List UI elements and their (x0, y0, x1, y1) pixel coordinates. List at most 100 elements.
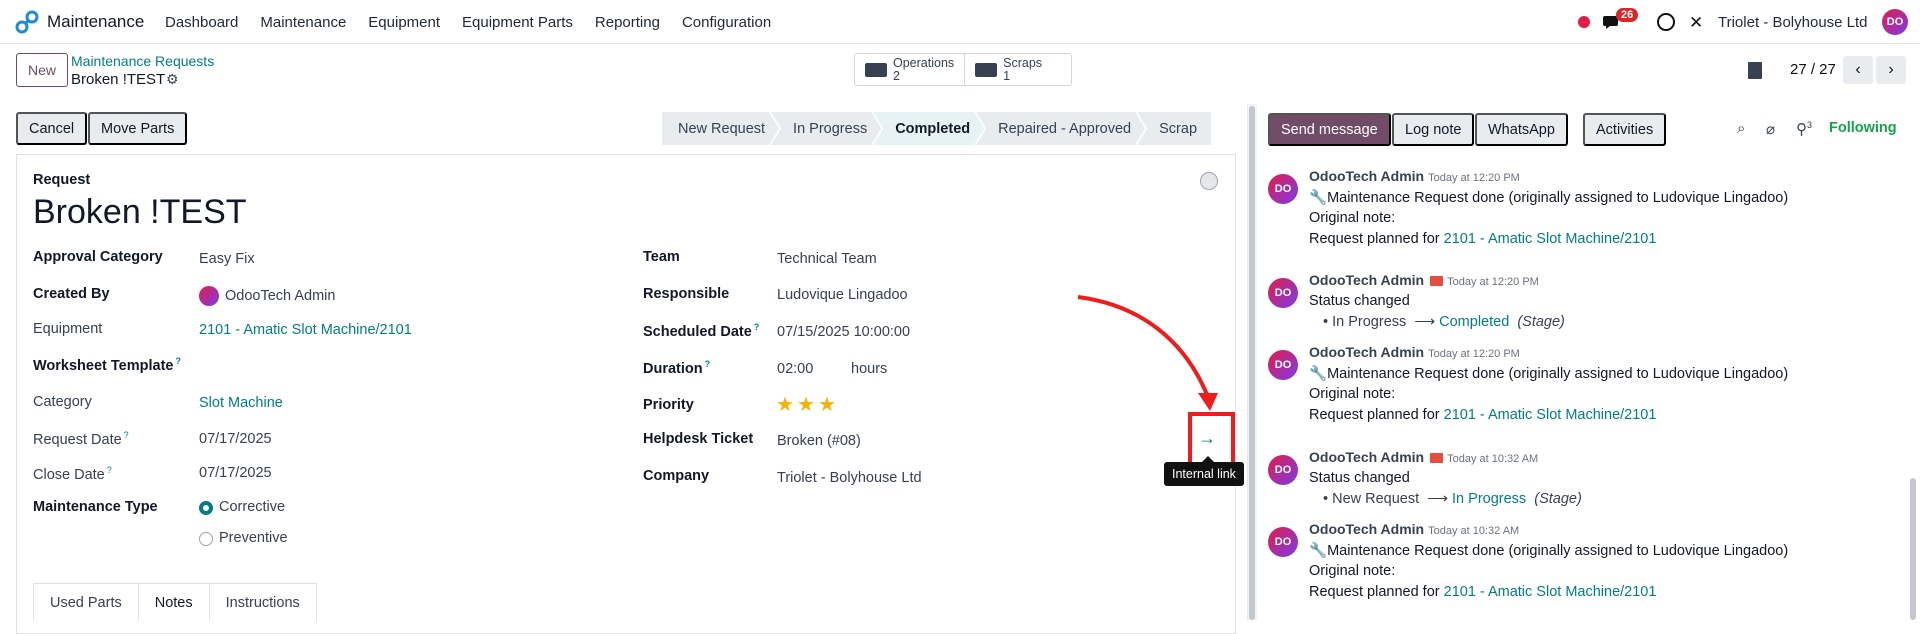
stage-new-request[interactable]: New Request (662, 112, 779, 145)
pager-previous-button[interactable]: ‹ (1843, 56, 1873, 84)
form-scrollbar[interactable] (1249, 106, 1255, 620)
message-planned: Request planned for 2101 - Amatic Slot M… (1309, 407, 1656, 423)
author-name[interactable]: OdooTech Admin (1309, 449, 1424, 465)
company-switcher[interactable]: Triolet - Bolyhouse Ltd (1718, 14, 1868, 31)
author-name[interactable]: OdooTech Admin (1309, 344, 1424, 360)
internal-link-arrow-icon[interactable]: → (1198, 428, 1216, 449)
priority-star-icon[interactable]: ★ (797, 392, 815, 417)
app-name[interactable]: Maintenance (47, 12, 144, 32)
search-icon[interactable]: ⌕ (1737, 120, 1745, 137)
chatter-scrollbar[interactable] (1910, 478, 1916, 620)
help-tooltip-icon[interactable]: ? (705, 359, 711, 369)
help-tooltip-icon[interactable]: ? (754, 322, 760, 332)
author-avatar[interactable]: DO (1268, 174, 1298, 204)
stage-repaired-approved[interactable]: Repaired - Approved (976, 112, 1145, 145)
worksheet-template-text: Worksheet Template (33, 357, 174, 374)
stage-completed[interactable]: Completed (873, 112, 984, 145)
paperclip-icon[interactable]: ⌀ (1766, 120, 1775, 138)
operations-smart-button[interactable]: Operations 2 (855, 54, 964, 85)
request-date-label: Request Date? (33, 430, 129, 448)
equipment-value[interactable]: 2101 - Amatic Slot Machine/2101 (199, 322, 412, 338)
stage-scrap[interactable]: Scrap (1137, 112, 1212, 145)
tab-notes[interactable]: Notes (137, 583, 210, 621)
message-text: Maintenance Request done (originally ass… (1327, 543, 1789, 559)
user-avatar[interactable]: DO (1882, 9, 1908, 35)
message-time: Today at 12:20 PM (1447, 276, 1539, 288)
author-avatar[interactable]: DO (1268, 527, 1298, 557)
menu-dashboard[interactable]: Dashboard (165, 14, 238, 31)
corrective-option-label[interactable]: Corrective (219, 499, 285, 515)
menu-maintenance[interactable]: Maintenance (260, 14, 346, 31)
cancel-button[interactable]: Cancel (16, 112, 88, 145)
request-title[interactable]: Broken !TEST (33, 193, 247, 232)
followers-count: 3 (1807, 120, 1813, 130)
company-value[interactable]: Triolet - Bolyhouse Ltd (777, 470, 922, 486)
preventive-option-label[interactable]: Preventive (219, 530, 288, 546)
bookmark-icon[interactable] (1748, 62, 1762, 79)
followers-icon[interactable]: ⚲3 (1796, 120, 1812, 138)
field-name: (Stage) (1534, 491, 1582, 507)
app-logo-icon[interactable] (14, 9, 40, 35)
priority-label: Priority (643, 397, 694, 413)
gear-icon[interactable]: ⚙ (166, 71, 179, 88)
equipment-link[interactable]: 2101 - Amatic Slot Machine/2101 (1444, 231, 1657, 247)
equipment-link[interactable]: 2101 - Amatic Slot Machine/2101 (1444, 407, 1657, 423)
menu-equipment-parts[interactable]: Equipment Parts (462, 14, 573, 31)
team-value[interactable]: Technical Team (777, 251, 877, 267)
close-date-value[interactable]: 07/17/2025 (199, 465, 272, 481)
field-name: (Stage) (1517, 314, 1565, 330)
log-note-button[interactable]: Log note (1392, 113, 1475, 146)
equipment-link[interactable]: 2101 - Amatic Slot Machine/2101 (1444, 584, 1657, 600)
corrective-radio[interactable] (199, 501, 213, 515)
message-planned: Request planned for 2101 - Amatic Slot M… (1309, 231, 1656, 247)
message-text: Maintenance Request done (originally ass… (1327, 190, 1789, 206)
activity-clock-icon[interactable] (1657, 13, 1675, 31)
responsible-value[interactable]: Ludovique Lingadoo (777, 287, 908, 303)
pager-next-button[interactable]: › (1876, 56, 1906, 84)
old-stage: New Request (1332, 491, 1420, 507)
request-date-value[interactable]: 07/17/2025 (199, 431, 272, 447)
help-tooltip-icon[interactable]: ? (124, 430, 129, 440)
stage-in-progress[interactable]: In Progress (771, 112, 881, 145)
recording-indicator-icon[interactable] (1578, 16, 1590, 28)
scheduled-date-value[interactable]: 07/15/2025 10:00:00 (777, 324, 910, 340)
whatsapp-button[interactable]: WhatsApp (1475, 113, 1568, 146)
priority-star-icon[interactable]: ★ (776, 392, 794, 417)
following-button[interactable]: Following (1829, 120, 1897, 136)
author-avatar[interactable]: DO (1268, 278, 1298, 308)
help-tooltip-icon[interactable]: ? (107, 465, 112, 475)
annotation-arrow-icon (1077, 295, 1218, 411)
tab-used-parts[interactable]: Used Parts (33, 583, 139, 621)
close-date-text: Close Date (33, 466, 105, 483)
tools-icon[interactable]: ✕ (1689, 13, 1703, 33)
tab-instructions[interactable]: Instructions (208, 583, 317, 621)
breadcrumb-parent[interactable]: Maintenance Requests (71, 53, 214, 69)
preventive-radio[interactable] (199, 532, 213, 546)
created-by-field[interactable]: OdooTech Admin (199, 286, 335, 306)
activities-button[interactable]: Activities (1583, 113, 1667, 146)
menu-equipment[interactable]: Equipment (368, 14, 440, 31)
author-name[interactable]: OdooTech Admin (1309, 272, 1424, 288)
priority-star-icon[interactable]: ★ (818, 392, 836, 417)
equipment-label: Equipment (33, 321, 103, 337)
approval-category-value[interactable]: Easy Fix (199, 251, 255, 267)
message-note: Original note: (1309, 386, 1396, 402)
move-parts-button[interactable]: Move Parts (88, 112, 188, 145)
new-stage: Completed (1439, 314, 1510, 330)
new-button[interactable]: New (16, 53, 69, 87)
menu-configuration[interactable]: Configuration (682, 14, 771, 31)
author-avatar[interactable]: DO (1268, 455, 1298, 485)
author-name[interactable]: OdooTech Admin (1309, 521, 1424, 537)
scraps-smart-button[interactable]: Scraps 1 (964, 54, 1071, 85)
send-message-button[interactable]: Send message (1268, 113, 1391, 146)
kanban-state-icon[interactable] (1200, 172, 1218, 190)
helpdesk-ticket-value[interactable]: Broken (#08) (777, 433, 861, 449)
menu-reporting[interactable]: Reporting (595, 14, 660, 31)
duration-value[interactable]: 02:00 (777, 361, 813, 377)
author-avatar[interactable]: DO (1268, 350, 1298, 380)
envelope-icon (1430, 453, 1444, 464)
pager-value[interactable]: 27 / 27 (1790, 61, 1836, 78)
help-tooltip-icon[interactable]: ? (175, 356, 181, 366)
author-name[interactable]: OdooTech Admin (1309, 168, 1424, 184)
category-value[interactable]: Slot Machine (199, 395, 283, 411)
